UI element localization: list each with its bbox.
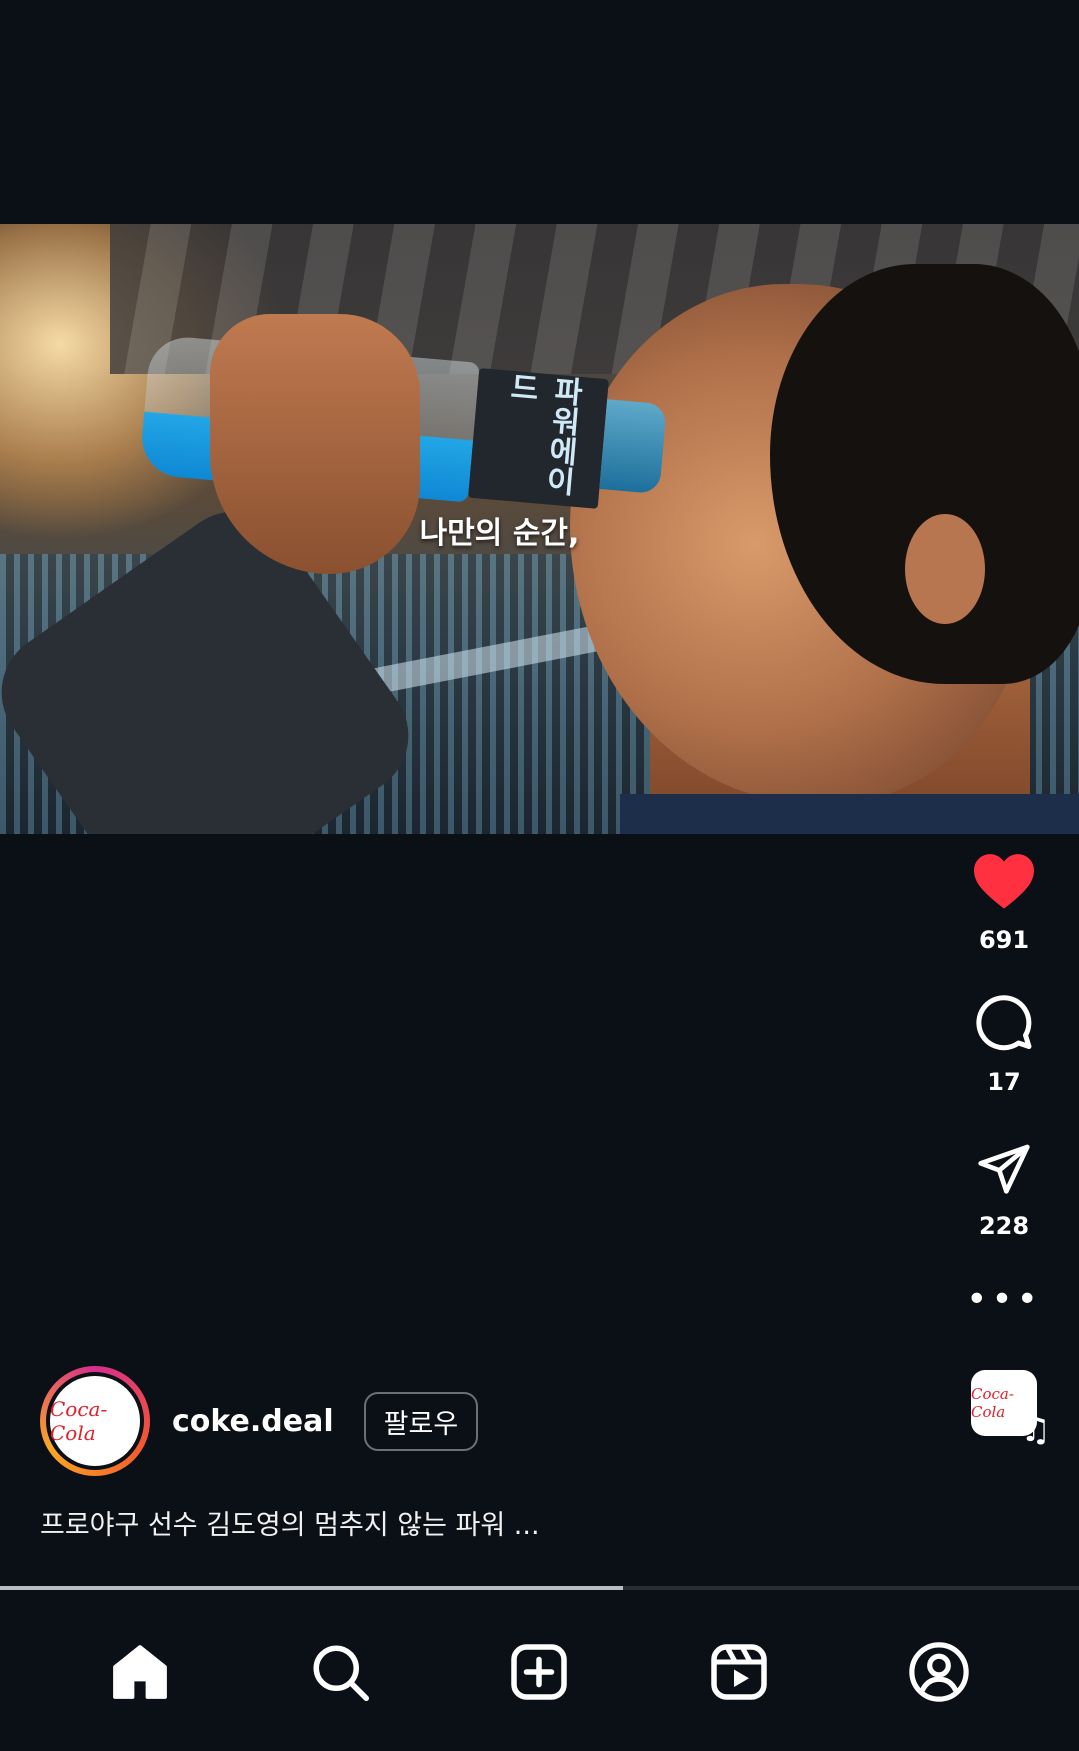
nav-create[interactable] — [494, 1627, 584, 1717]
reel-video[interactable]: 파워에이드 나만의 순간, — [0, 224, 1079, 834]
reels-icon — [711, 1643, 768, 1700]
share-action: 228 — [974, 1140, 1034, 1240]
create-icon — [511, 1643, 568, 1700]
avatar-border: Coca-Cola — [46, 1372, 144, 1470]
audio-button[interactable]: Coca-Cola ♫ — [971, 1370, 1051, 1450]
share-icon[interactable] — [974, 1140, 1034, 1196]
caption[interactable]: 프로야구 선수 김도영의 멈추지 않는 파워 ... — [40, 1503, 540, 1542]
heart-icon[interactable] — [971, 850, 1037, 910]
bottle-neck — [599, 399, 667, 495]
video-subtitle: 나만의 순간, — [0, 508, 1079, 552]
follow-button[interactable]: 팔로우 — [363, 1391, 479, 1451]
more-options-icon[interactable]: ••• — [966, 1282, 1042, 1318]
nav-reels[interactable] — [694, 1627, 784, 1717]
author-row: Coca-Cola coke.deal 팔로우 — [40, 1366, 479, 1476]
username[interactable]: coke.deal — [172, 1404, 334, 1439]
share-count: 228 — [978, 1212, 1030, 1240]
comment-icon[interactable] — [974, 992, 1034, 1052]
bottle-label: 파워에이드 — [468, 368, 609, 509]
like-action: 691 — [971, 850, 1037, 954]
nav-profile[interactable] — [894, 1627, 984, 1717]
comment-count: 17 — [987, 1068, 1021, 1096]
profile-icon — [909, 1641, 969, 1702]
home-icon — [113, 1644, 167, 1699]
subtitle-text: 나만의 순간, — [419, 516, 580, 551]
video-progress[interactable] — [0, 1586, 1079, 1590]
player-collar — [620, 794, 1079, 834]
search-icon — [313, 1645, 369, 1701]
video-progress-fill — [0, 1586, 623, 1590]
avatar-story-ring[interactable]: Coca-Cola — [40, 1366, 150, 1476]
comment-action: 17 — [974, 992, 1034, 1096]
music-note-icon: ♫ — [1020, 1410, 1051, 1450]
nav-home[interactable] — [95, 1627, 185, 1717]
avatar: Coca-Cola — [50, 1376, 140, 1466]
reel-actions: 691 17 228 ••• Coca-Cola ♫ — [929, 850, 1079, 1450]
like-count: 691 — [978, 926, 1030, 954]
bottom-nav — [0, 1592, 1079, 1751]
nav-search[interactable] — [295, 1627, 385, 1717]
